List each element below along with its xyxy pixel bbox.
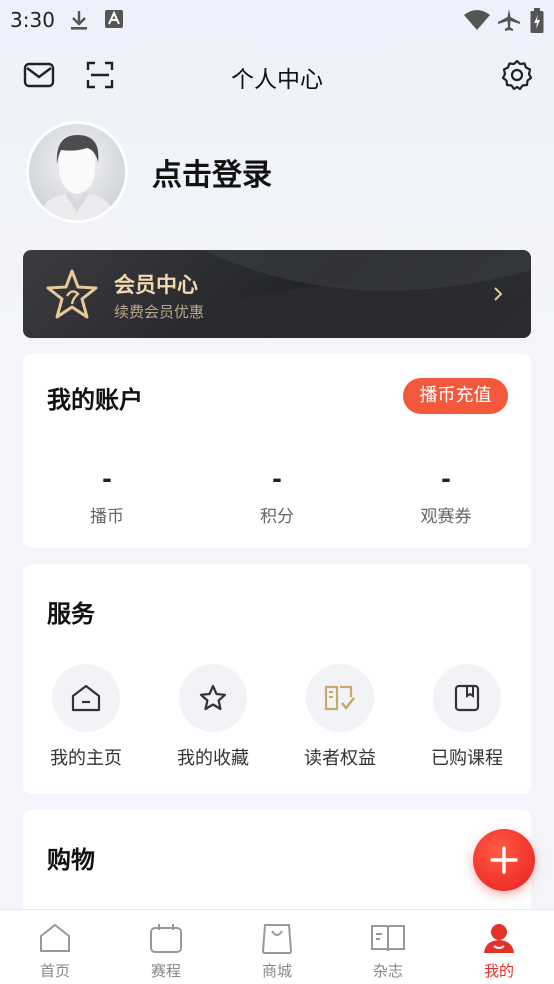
tab-profile[interactable]: 我的	[444, 920, 554, 981]
tab-schedule[interactable]: 赛程	[111, 920, 221, 981]
tab-label: 首页	[39, 962, 70, 980]
home-tab-icon	[0, 920, 110, 956]
stat-label: 播币	[90, 507, 124, 527]
vip-title: 会员中心	[114, 273, 198, 297]
plus-icon	[490, 846, 518, 874]
airplane-mode-icon	[497, 8, 521, 36]
reader-rights-icon	[306, 664, 374, 732]
stat-label: 积分	[260, 507, 294, 527]
services-card: 服务 我的主页 我的收藏 读者权益 已购课程	[23, 564, 531, 794]
shopping-title: 购物	[47, 846, 95, 874]
stat-points[interactable]: - 积分	[217, 464, 337, 527]
status-bar: 3:30	[0, 0, 554, 40]
battery-icon	[530, 8, 544, 38]
chevron-right-icon	[493, 286, 503, 306]
app-header: 个人中心	[0, 50, 554, 100]
wifi-icon	[463, 8, 491, 36]
tab-magazine[interactable]: 杂志	[333, 920, 443, 981]
tab-shop[interactable]: 商城	[222, 920, 332, 981]
vip-subtitle: 续费会员优惠	[114, 303, 205, 321]
star-icon	[179, 664, 247, 732]
shop-bag-icon	[222, 920, 332, 956]
service-label: 已购课程	[431, 748, 503, 769]
stat-label: 观赛券	[420, 507, 472, 527]
service-label: 读者权益	[304, 748, 376, 769]
stat-tickets[interactable]: - 观赛券	[386, 464, 506, 527]
service-my-homepage[interactable]: 我的主页	[26, 664, 146, 770]
stat-value: -	[272, 465, 282, 493]
purchased-course-icon	[433, 664, 501, 732]
vip-center-banner[interactable]: 会员中心 续费会员优惠	[23, 250, 531, 338]
stat-value: -	[441, 465, 451, 493]
download-icon	[68, 8, 90, 36]
services-title: 服务	[47, 600, 95, 628]
app-notification-icon	[104, 8, 124, 34]
page-title: 个人中心	[231, 67, 323, 93]
tab-label: 赛程	[150, 962, 181, 980]
tab-label: 杂志	[372, 962, 403, 980]
bottom-tab-bar: 首页 赛程 商城 杂志 我的	[0, 909, 554, 984]
service-my-favorites[interactable]: 我的收藏	[153, 664, 273, 770]
avatar[interactable]	[26, 121, 128, 223]
recharge-button[interactable]: 播币充值	[403, 378, 508, 414]
account-title: 我的账户	[47, 386, 143, 414]
magazine-icon	[333, 920, 443, 956]
status-time: 3:30	[10, 8, 55, 32]
service-label: 我的主页	[50, 748, 122, 769]
schedule-icon	[111, 920, 221, 956]
profile-icon	[444, 920, 554, 956]
service-label: 我的收藏	[177, 748, 249, 769]
account-card: 我的账户 播币充值 - 播币 - 积分 - 观赛券	[23, 354, 531, 548]
add-fab-button[interactable]	[473, 829, 535, 891]
service-purchased-courses[interactable]: 已购课程	[407, 664, 527, 770]
stat-value: -	[102, 465, 112, 493]
tab-label: 我的	[483, 962, 514, 980]
tab-label: 商城	[261, 962, 292, 980]
tab-home[interactable]: 首页	[0, 920, 110, 981]
stat-coins[interactable]: - 播币	[47, 464, 167, 527]
vip-star-icon	[45, 268, 99, 324]
service-reader-rights[interactable]: 读者权益	[280, 664, 400, 770]
home-icon	[52, 664, 120, 732]
settings-gear-icon[interactable]	[500, 58, 534, 92]
login-link[interactable]: 点击登录	[152, 150, 272, 194]
